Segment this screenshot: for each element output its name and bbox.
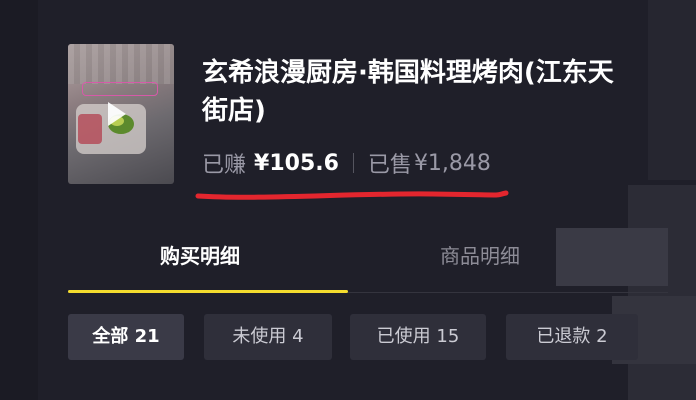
- thumbnail-meat: [78, 114, 102, 144]
- sold-value: ¥1,848: [413, 150, 491, 176]
- filter-unused[interactable]: 未使用 4: [204, 314, 332, 360]
- thumbnail-caption-strip: [82, 82, 158, 96]
- background-right-panel: [648, 0, 696, 180]
- tab-product-details[interactable]: 商品明细: [440, 236, 520, 276]
- tab-bar: 购买明细 商品明细: [68, 236, 668, 296]
- product-title[interactable]: 玄希浪漫厨房·韩国料理烤肉(江东天街店): [202, 54, 632, 130]
- tab-active-indicator: [68, 290, 348, 293]
- sold-label: 已售: [367, 153, 412, 178]
- earned-value: ¥105.6: [254, 150, 339, 176]
- tab-purchase-details[interactable]: 购买明细: [160, 236, 240, 276]
- filter-all[interactable]: 全部 21: [68, 314, 184, 360]
- filter-refunded[interactable]: 已退款 2: [506, 314, 638, 360]
- earned-label: 已赚: [202, 153, 247, 178]
- product-header: 玄希浪漫厨房·韩国料理烤肉(江东天街店) 已赚 ¥105.6 已售 ¥1,848: [68, 44, 628, 194]
- stats-divider: [352, 153, 354, 173]
- product-stats: 已赚 ¥105.6 已售 ¥1,848: [202, 146, 491, 180]
- red-annotation-underline: [195, 190, 509, 200]
- background-left-panel: [0, 0, 38, 400]
- thumbnail-shelf: [68, 44, 174, 84]
- filter-used[interactable]: 已使用 15: [350, 314, 486, 360]
- product-video-thumbnail[interactable]: [68, 44, 174, 184]
- play-icon[interactable]: [108, 102, 126, 126]
